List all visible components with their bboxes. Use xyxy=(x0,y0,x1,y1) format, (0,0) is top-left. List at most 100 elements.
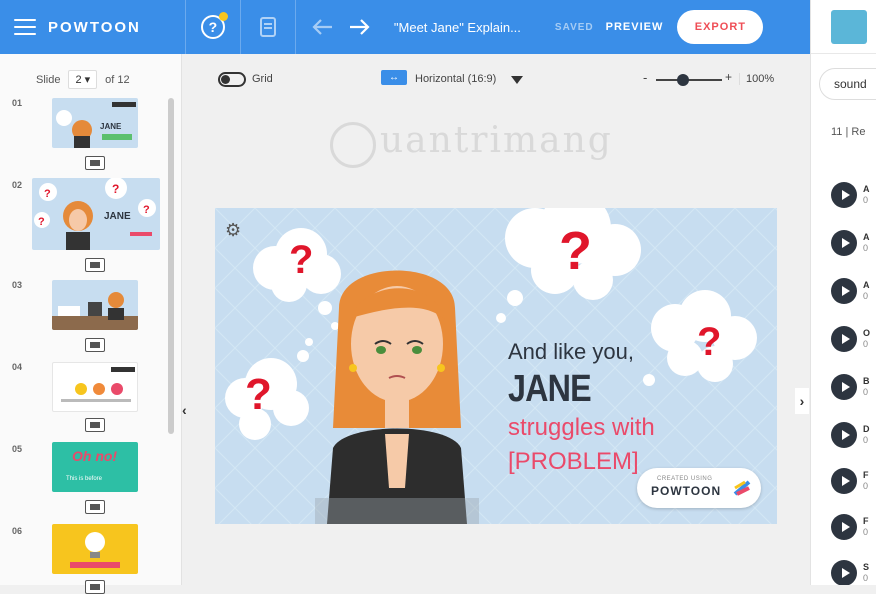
notes-button[interactable] xyxy=(241,17,295,37)
slide-text-line3[interactable]: struggles with xyxy=(508,414,655,442)
zoom-out-button[interactable]: - xyxy=(643,70,647,85)
zoom-slider[interactable] xyxy=(656,79,722,81)
thumb-3-art xyxy=(52,292,138,330)
list-item[interactable]: D0 xyxy=(831,422,870,448)
thumb-2-art: ???? xyxy=(34,178,156,250)
slide-current: 2 xyxy=(75,74,82,86)
slide-thumbnail-1[interactable]: JANE xyxy=(52,98,138,148)
slide-number: 03 xyxy=(12,280,23,290)
expand-panel-icon[interactable]: › xyxy=(795,388,809,414)
slide-total: of 12 xyxy=(105,73,130,86)
play-icon[interactable] xyxy=(831,278,857,304)
question-mark: ? xyxy=(289,238,314,282)
thumb-1-name: JANE xyxy=(100,122,122,131)
list-item[interactable]: A0 xyxy=(831,182,870,208)
zoom-in-button[interactable]: + xyxy=(725,70,732,84)
svg-text:?: ? xyxy=(44,188,51,200)
app-logo: POWTOON xyxy=(48,18,141,36)
slide-number: 04 xyxy=(12,362,23,372)
play-icon[interactable] xyxy=(831,560,857,585)
add-slide-icon[interactable] xyxy=(85,258,105,272)
top-bar: POWTOON ? "Meet Jane" Explain... SAVED P… xyxy=(0,0,810,54)
slide-thumbnail-5[interactable]: Oh no! This is before xyxy=(52,442,138,492)
slide-text-name[interactable]: JANE xyxy=(508,368,592,411)
zoom-value: 100% xyxy=(739,73,774,85)
list-item[interactable]: S0 xyxy=(831,560,869,585)
grid-label: Grid xyxy=(252,73,273,85)
results-number: 11 xyxy=(831,126,843,138)
export-button[interactable]: EXPORT xyxy=(677,10,764,44)
grid-toggle[interactable] xyxy=(218,72,246,87)
slide-label: Slide xyxy=(36,73,61,86)
play-icon[interactable] xyxy=(831,230,857,256)
question-mark: ? xyxy=(245,370,272,419)
list-item[interactable]: O0 xyxy=(831,326,870,352)
zoom-slider-knob[interactable] xyxy=(677,74,689,86)
slide-thumbnail-6[interactable] xyxy=(52,524,138,574)
slide-dropdown[interactable]: 2 ▾ xyxy=(68,70,98,89)
slide-number: 01 xyxy=(12,98,23,108)
play-icon[interactable] xyxy=(831,374,857,400)
list-item[interactable]: F0 xyxy=(831,468,869,494)
badge-caption: CREATED USING xyxy=(657,476,713,482)
slides-sidebar: Slide 2 ▾ of 12 01 JANE 02 ???? JANE 03 … xyxy=(0,54,182,594)
sidebar-scrollbar[interactable] xyxy=(168,98,174,434)
powtoon-mark-icon xyxy=(733,480,751,496)
play-icon[interactable] xyxy=(831,468,857,494)
avatar[interactable] xyxy=(831,9,867,44)
slide-number: 05 xyxy=(12,444,23,454)
presentation-title[interactable]: "Meet Jane" Explain... xyxy=(394,20,521,35)
play-icon[interactable] xyxy=(831,326,857,352)
help-button[interactable]: ? xyxy=(186,12,240,39)
add-slide-icon[interactable] xyxy=(85,338,105,352)
slide-thumbnail-4[interactable] xyxy=(52,362,138,412)
collapse-sidebar-icon[interactable]: ‹ xyxy=(182,402,187,418)
thumb-5-text: Oh no! xyxy=(72,448,118,464)
slide-number: 02 xyxy=(12,180,23,190)
menu-icon[interactable] xyxy=(14,19,36,35)
results-count: 11 | Re xyxy=(831,126,865,138)
gear-icon[interactable]: ⚙ xyxy=(225,220,241,241)
play-icon[interactable] xyxy=(831,422,857,448)
library-panel: sound 11 | Re A0 A0 A0 O0 B0 D0 F0 F0 S0 xyxy=(810,0,876,585)
orientation-label[interactable]: Horizontal (16:9) xyxy=(415,73,496,85)
svg-text:?: ? xyxy=(143,204,150,216)
saved-status: SAVED xyxy=(554,21,594,33)
list-item[interactable]: A0 xyxy=(831,230,870,256)
play-icon[interactable] xyxy=(831,182,857,208)
add-slide-icon[interactable] xyxy=(85,418,105,432)
thumb-6-art xyxy=(70,532,120,568)
play-icon[interactable] xyxy=(831,514,857,540)
question-mark: ? xyxy=(697,320,722,364)
editor-toolbar: Grid ↔ Horizontal (16:9) - + 100% xyxy=(183,54,810,104)
search-input[interactable]: sound xyxy=(819,68,876,100)
thumb-2-name: JANE xyxy=(104,211,131,222)
svg-text:?: ? xyxy=(38,216,45,228)
badge-brand: POWTOON xyxy=(651,484,722,498)
list-item[interactable]: A0 xyxy=(831,278,870,304)
divider xyxy=(294,0,296,54)
slide-text-line4[interactable]: [PROBLEM] xyxy=(508,448,639,476)
thumb-1-art xyxy=(56,102,136,148)
list-item[interactable]: B0 xyxy=(831,374,870,400)
slide-canvas[interactable]: ? ? ? ? ⚙ And like you, JANE struggles w… xyxy=(215,208,777,524)
slide-number: 06 xyxy=(12,526,23,536)
question-mark: ? xyxy=(559,221,592,281)
add-slide-icon[interactable] xyxy=(85,580,105,594)
orientation-icon[interactable]: ↔ xyxy=(381,70,407,85)
created-using-badge: CREATED USING POWTOON xyxy=(637,468,761,508)
thumb-5-sub: This is before xyxy=(66,476,103,482)
watermark-logo-icon xyxy=(330,122,376,168)
watermark: uantrimang xyxy=(380,120,613,161)
thumb-4-art xyxy=(61,367,135,402)
redo-icon[interactable] xyxy=(348,18,370,36)
list-item[interactable]: F0 xyxy=(831,514,869,540)
add-slide-icon[interactable] xyxy=(85,500,105,514)
slide-thumbnail-3[interactable] xyxy=(52,280,138,330)
slide-text-line1[interactable]: And like you, xyxy=(508,339,634,365)
preview-button[interactable]: PREVIEW xyxy=(606,21,664,33)
slide-thumbnail-2[interactable]: ???? JANE xyxy=(32,178,160,250)
chevron-down-icon[interactable] xyxy=(511,76,523,84)
undo-icon[interactable] xyxy=(312,18,334,36)
add-slide-icon[interactable] xyxy=(85,156,105,170)
